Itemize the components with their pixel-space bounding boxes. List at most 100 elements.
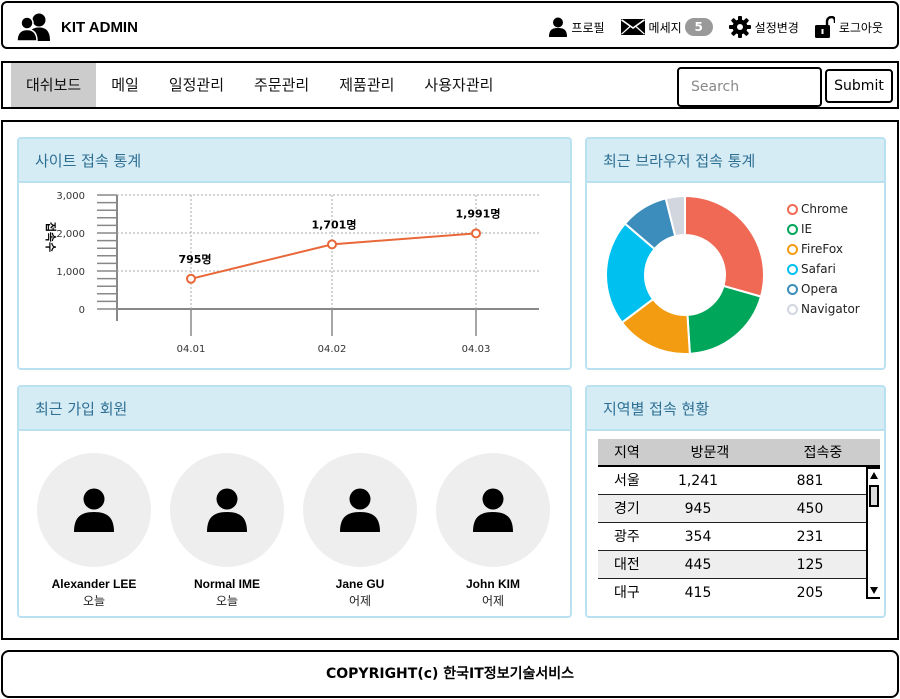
scrollbar-thumb[interactable] bbox=[869, 485, 879, 507]
region-cell: 광주 bbox=[614, 529, 640, 545]
user-icon bbox=[549, 17, 568, 37]
scroll-down-icon[interactable] bbox=[869, 584, 879, 596]
nav-tabs: 대쉬보드 메일 일정관리 주문관리 제품관리 사용자관리 bbox=[11, 63, 508, 107]
y-tick-label: 3,000 bbox=[56, 191, 85, 202]
legend-item[interactable]: IE bbox=[787, 219, 860, 239]
data-point bbox=[186, 273, 196, 284]
panel-title: 사이트 접속 통계 bbox=[19, 139, 570, 183]
table-scrollbar[interactable] bbox=[866, 467, 880, 599]
top-header: KIT ADMIN 프로필 메세지 5 설정변경 로그아웃 bbox=[1, 1, 899, 49]
legend-swatch bbox=[787, 263, 798, 275]
y-tick-label: 2,000 bbox=[56, 229, 85, 240]
dashboard-main: 사이트 접속 통계 0 1,000 2,000 3,000 04.01 04.02 04.0… bbox=[1, 120, 899, 640]
x-tick-label: 04.02 bbox=[318, 344, 347, 355]
submit-button[interactable]: Submit bbox=[825, 69, 893, 103]
member-joined: 오늘 bbox=[215, 594, 239, 608]
panel-title: 지역별 접속 현황 bbox=[587, 387, 884, 431]
column-header: 방문객 bbox=[690, 445, 730, 461]
pie-slice bbox=[686, 284, 763, 355]
main-nav: 대쉬보드 메일 일정관리 주문관리 제품관리 사용자관리 Submit bbox=[1, 61, 899, 109]
profile-link[interactable]: 프로필 bbox=[549, 17, 605, 37]
tab-schedule[interactable]: 일정관리 bbox=[154, 63, 239, 107]
gear-icon bbox=[728, 16, 751, 38]
site-stats-chart: 0 1,000 2,000 3,000 04.01 04.02 04.03 접속수 795명 1,… bbox=[44, 191, 539, 355]
table-row: 대전 445 125 bbox=[598, 551, 866, 579]
member-name: John KIM bbox=[466, 577, 520, 591]
region-cell: 대전 bbox=[614, 557, 640, 573]
settings-link[interactable]: 설정변경 bbox=[728, 16, 799, 38]
brand-name: KIT ADMIN bbox=[61, 18, 138, 36]
region-cell: 서울 bbox=[614, 473, 640, 489]
unlock-icon bbox=[814, 16, 835, 38]
legend-swatch bbox=[787, 223, 798, 235]
member-card[interactable]: Normal IME 오늘 bbox=[170, 453, 284, 609]
x-tick-label: 04.03 bbox=[462, 344, 491, 355]
site-stats-panel: 사이트 접속 통계 0 1,000 2,000 3,000 04.01 04.02 04.0… bbox=[17, 137, 572, 370]
online-cell: 231 bbox=[796, 529, 824, 545]
data-label: 1,991명 bbox=[456, 206, 501, 220]
browser-stats-chart bbox=[605, 194, 765, 355]
member-card[interactable]: Jane GU 어제 bbox=[303, 453, 417, 609]
column-header: 지역 bbox=[614, 445, 640, 461]
tab-products[interactable]: 제품관리 bbox=[324, 63, 409, 107]
region-stats-panel: 지역별 접속 현황 지역 방문객 접속중 서울 1,241 881 경기 945… bbox=[585, 385, 886, 618]
table-row: 대구 415 205 bbox=[598, 579, 866, 599]
messages-label: 메세지 bbox=[648, 20, 682, 35]
visitors-cell: 445 bbox=[684, 557, 712, 573]
search-input[interactable] bbox=[677, 67, 822, 107]
messages-link[interactable]: 메세지 5 bbox=[620, 18, 713, 36]
user-icon bbox=[340, 488, 380, 532]
pie-slice bbox=[684, 194, 765, 298]
online-cell: 450 bbox=[796, 501, 824, 517]
legend-swatch bbox=[787, 203, 798, 215]
member-joined: 어제 bbox=[348, 594, 372, 608]
legend-swatch bbox=[787, 283, 798, 295]
region-cell: 경기 bbox=[614, 501, 640, 517]
member-card[interactable]: Alexander LEE 오늘 bbox=[37, 453, 151, 609]
table-row: 서울 1,241 881 bbox=[598, 467, 866, 495]
legend-item[interactable]: FireFox bbox=[787, 239, 860, 259]
legend-label: Chrome bbox=[801, 202, 849, 216]
user-icon bbox=[207, 488, 247, 532]
legend-item[interactable]: Navigator bbox=[787, 299, 860, 319]
avatar bbox=[37, 453, 151, 567]
legend-item[interactable]: Safari bbox=[787, 259, 860, 279]
message-count-badge: 5 bbox=[684, 18, 713, 36]
legend-label: FireFox bbox=[801, 242, 843, 256]
mail-icon bbox=[620, 19, 645, 35]
legend-label: Opera bbox=[801, 282, 838, 296]
settings-label: 설정변경 bbox=[754, 20, 799, 35]
brand[interactable]: KIT ADMIN bbox=[17, 12, 138, 42]
legend-item[interactable]: Chrome bbox=[787, 199, 860, 219]
logout-link[interactable]: 로그아웃 bbox=[814, 16, 883, 38]
tab-users[interactable]: 사용자관리 bbox=[409, 63, 508, 107]
column-header: 접속중 bbox=[803, 445, 843, 461]
avatar bbox=[170, 453, 284, 567]
member-card[interactable]: John KIM 어제 bbox=[436, 453, 550, 609]
member-joined: 오늘 bbox=[82, 594, 106, 608]
tab-mail[interactable]: 메일 bbox=[96, 63, 154, 107]
logout-label: 로그아웃 bbox=[838, 20, 883, 35]
legend-label: Safari bbox=[801, 262, 836, 276]
tab-orders[interactable]: 주문관리 bbox=[239, 63, 324, 107]
table-body[interactable]: 서울 1,241 881 경기 945 450 광주 354 231 대전 44… bbox=[598, 467, 880, 599]
avatar bbox=[303, 453, 417, 567]
data-point bbox=[471, 228, 481, 239]
scroll-up-icon[interactable] bbox=[869, 470, 879, 482]
region-cell: 대구 bbox=[614, 585, 640, 599]
legend-item[interactable]: Opera bbox=[787, 279, 860, 299]
y-axis-label: 접속수 bbox=[44, 222, 57, 252]
users-icon bbox=[17, 13, 50, 42]
visitors-cell: 945 bbox=[684, 501, 712, 517]
visitors-cell: 354 bbox=[684, 529, 712, 545]
browser-legend: Chrome IE FireFox Safari Opera Navigator bbox=[787, 199, 860, 319]
tab-dashboard[interactable]: 대쉬보드 bbox=[11, 63, 97, 107]
footer: COPYRIGHT(c) 한국IT정보기술서비스 bbox=[1, 650, 899, 698]
panel-title: 최근 브라우저 접속 통계 bbox=[587, 139, 884, 183]
legend-swatch bbox=[787, 303, 798, 315]
member-name: Jane GU bbox=[335, 577, 385, 591]
table-row: 경기 945 450 bbox=[598, 495, 866, 523]
y-tick-label: 1,000 bbox=[56, 267, 85, 278]
y-tick-label: 0 bbox=[79, 305, 85, 316]
table-row: 광주 354 231 bbox=[598, 523, 866, 551]
